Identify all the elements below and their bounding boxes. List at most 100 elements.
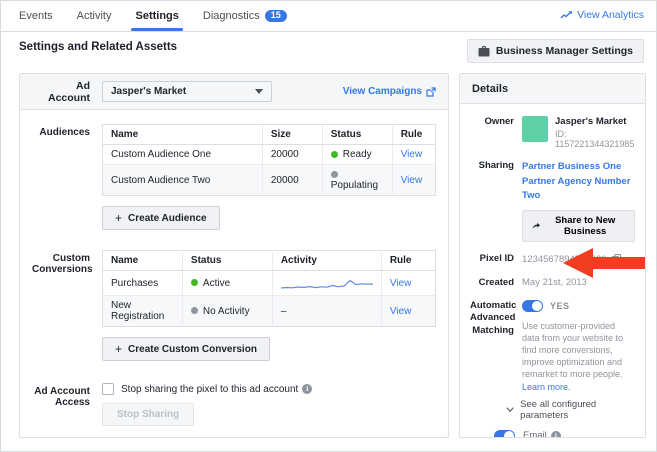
conversion-status: No Activity [182,296,272,327]
share-to-new-business-label: Share to New Business [545,215,625,237]
ad-account-dropdown[interactable]: Jasper's Market [102,81,272,102]
tab-events[interactable]: Events [19,1,53,31]
ad-account-header-row: Ad Account Jasper's Market View Campaign… [20,74,448,110]
diagnostics-count-badge: 15 [265,10,287,22]
see-all-configured-parameters[interactable]: See all configured parameters [506,399,635,421]
tab-diagnostics-label: Diagnostics [203,10,260,22]
col-rule: Rule [381,251,435,271]
tab-events-label: Events [19,10,53,22]
ad-account-selected-value: Jasper's Market [111,86,186,97]
create-audience-button[interactable]: + Create Audience [102,206,220,230]
audience-status: Populating [322,165,392,196]
info-icon[interactable] [551,431,561,438]
owner-row: Owner Jasper's Market ID: 11572213443219… [470,116,635,149]
created-label: Created [470,277,514,289]
details-panel: Details Owner Jasper's Market ID: 115722… [459,73,646,438]
custom-conversions-table: Name Status Activity Rule Purchases Acti… [102,250,436,327]
plus-icon: + [115,343,122,355]
view-campaigns-label: View Campaigns [343,86,422,97]
audience-view-link[interactable]: View [401,175,423,186]
external-link-icon [426,87,436,97]
automatic-advanced-matching-row: Automatic Advanced Matching YES Use cust… [470,300,635,393]
chevron-down-icon [506,406,514,413]
aam-toggle-state: YES [550,301,570,311]
learn-more-link[interactable]: Learn more. [522,382,571,392]
pixel-id-value: 1234567894561320 [522,254,607,265]
owner-avatar [522,116,548,142]
details-panel-title: Details [460,74,645,104]
audience-row-2: Custom Audience Two 20000 Populating Vie… [103,165,436,196]
conversion-name: New Registration [103,296,183,327]
col-status: Status [182,251,272,271]
owner-id: ID: 1157221344321985 [555,129,635,149]
stop-sharing-checkbox[interactable] [102,383,114,395]
tabs: Events Activity Settings Diagnostics 15 [19,1,287,31]
audiences-header-row: Name Size Status Rule [103,125,436,145]
col-size: Size [262,125,322,145]
conversion-activity [272,271,381,296]
col-activity: Activity [272,251,381,271]
tab-settings[interactable]: Settings [135,1,178,31]
status-dot-active [191,279,198,286]
conversion-view-link[interactable]: View [390,278,412,289]
audience-view-link[interactable]: View [401,149,423,160]
trending-up-icon [560,10,573,20]
see-all-label: See all configured parameters [520,399,635,421]
partner-agency-link[interactable]: Partner Agency Number Two [522,175,635,204]
create-audience-label: Create Audience [128,213,207,224]
page-title: Settings and Related Assetts [19,41,177,53]
custom-conversions-section-label: Custom Conversions [32,250,90,361]
activity-sparkline [281,275,373,291]
audience-name: Custom Audience Two [103,165,263,196]
ad-account-label: Ad Account [32,80,90,104]
tab-diagnostics[interactable]: Diagnostics 15 [203,1,287,31]
col-name: Name [103,251,183,271]
top-tab-bar: Events Activity Settings Diagnostics 15 … [1,1,656,32]
view-campaigns-link[interactable]: View Campaigns [343,86,436,97]
caret-down-icon [255,89,263,94]
audience-status: Ready [322,145,392,165]
create-custom-conversion-label: Create Custom Conversion [128,344,257,355]
owner-name: Jasper's Market [555,116,635,127]
status-dot-populating [331,171,338,178]
sharing-row: Sharing Partner Business One Partner Age… [470,160,635,242]
conversion-row-1: Purchases Active View [103,271,436,296]
audience-name: Custom Audience One [103,145,263,165]
pixel-id-row: Pixel ID 1234567894561320 [470,253,635,265]
audiences-section: Audiences Name Size Status Rule Custom A… [20,124,448,230]
share-to-new-business-button[interactable]: Share to New Business [522,210,635,242]
audience-size: 20000 [262,165,322,196]
page-head: Settings and Related Assetts Business Ma… [1,32,656,72]
col-rule: Rule [392,125,435,145]
tab-settings-label: Settings [135,10,178,22]
status-dot-no-activity [191,307,198,314]
ad-account-access-label: Ad Account Access [32,383,90,426]
aam-toggle[interactable] [522,300,543,312]
plus-icon: + [115,212,122,224]
create-custom-conversion-button[interactable]: + Create Custom Conversion [102,337,270,361]
partner-business-link[interactable]: Partner Business One [522,160,635,175]
events-manager-settings-screen: Events Activity Settings Diagnostics 15 … [0,0,657,452]
email-toggle[interactable] [494,430,515,438]
info-icon[interactable] [302,384,312,394]
created-row: Created May 21st, 2013 [470,277,635,289]
business-manager-settings-button[interactable]: Business Manager Settings [467,39,644,63]
conversion-activity: – [272,296,381,327]
automatic-advanced-matching-label: Automatic Advanced Matching [470,300,514,393]
audiences-section-label: Audiences [32,124,90,230]
pixel-settings-panel: Ad Account Jasper's Market View Campaign… [19,73,449,438]
conversion-row-2: New Registration No Activity – View [103,296,436,327]
tab-activity[interactable]: Activity [77,1,112,31]
ad-account-access-section: Ad Account Access Stop sharing the pixel… [20,383,448,426]
conversions-header-row: Name Status Activity Rule [103,251,436,271]
owner-label: Owner [470,116,514,149]
copy-icon[interactable] [612,254,621,264]
conversion-view-link[interactable]: View [390,306,412,317]
stop-sharing-button[interactable]: Stop Sharing [102,403,194,426]
view-analytics-link[interactable]: View Analytics [560,9,644,21]
audience-size: 20000 [262,145,322,165]
briefcase-icon [478,46,490,57]
custom-conversions-section: Custom Conversions Name Status Activity … [20,250,448,361]
param-row-email: Email [494,430,635,438]
tab-activity-label: Activity [77,10,112,22]
